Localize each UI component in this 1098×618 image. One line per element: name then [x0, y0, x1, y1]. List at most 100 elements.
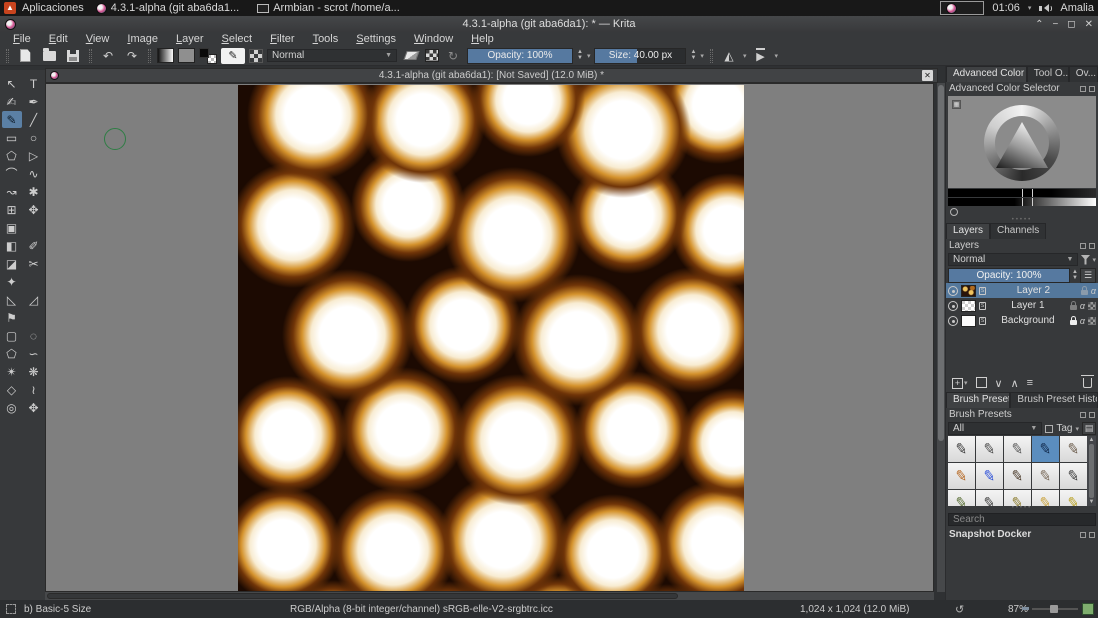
chevron-down-icon[interactable]: ▾: [743, 52, 747, 60]
menu-view[interactable]: View: [77, 33, 119, 45]
brush-preset-6[interactable]: ✎: [948, 463, 975, 489]
layer-visibility-icon[interactable]: [948, 301, 958, 311]
opacity-spinner[interactable]: ▲▼: [577, 50, 583, 61]
brush-tab-brush-preset-history[interactable]: Brush Preset History: [1010, 392, 1098, 408]
preset-filter-dropdown[interactable]: All ▼: [948, 422, 1042, 435]
layer-lock-icon[interactable]: [1070, 305, 1077, 310]
tool-bezier-select-icon[interactable]: ◇: [2, 381, 22, 398]
chevron-down-icon[interactable]: ▾: [1075, 425, 1079, 433]
chevron-down-icon[interactable]: ▾: [700, 52, 704, 60]
brush-preset-14[interactable]: ✎: [1032, 490, 1059, 506]
move-layer-up-button[interactable]: ∧: [1011, 377, 1019, 390]
layer-properties-button[interactable]: ☰: [1080, 268, 1096, 283]
last-color-swatch[interactable]: [950, 208, 958, 216]
brush-preset-5[interactable]: ✎: [1060, 436, 1087, 462]
scroll-up-icon[interactable]: ▲: [1089, 437, 1095, 443]
current-brush-name[interactable]: b) Basic-5 Size: [24, 604, 91, 615]
delete-layer-button[interactable]: [1083, 378, 1092, 388]
tool-poly-select-icon[interactable]: ⬠: [2, 345, 22, 362]
tool-ellipse-icon[interactable]: ○: [24, 129, 44, 146]
canvas-viewport[interactable]: [45, 83, 934, 592]
tool-magnetic-select-icon[interactable]: ≀: [24, 381, 44, 398]
layer-visibility-icon[interactable]: [948, 316, 958, 326]
new-document-button[interactable]: [15, 47, 35, 65]
inherit-alpha-icon[interactable]: [1088, 302, 1096, 310]
size-slider[interactable]: Size: 40.00 px: [594, 48, 686, 64]
tool-select-shapes-icon[interactable]: ↖: [2, 75, 22, 92]
add-layer-button[interactable]: +▾: [952, 378, 968, 389]
image-size-label[interactable]: 1,024 x 1,024 (12.0 MiB): [800, 604, 910, 615]
color-history-bar[interactable]: [948, 189, 1096, 197]
tool-edit-shapes-icon[interactable]: ✍: [2, 93, 22, 110]
mirror-horizontal-button[interactable]: ◭: [719, 47, 739, 65]
tool-pattern-edit-icon[interactable]: ◪: [2, 255, 22, 272]
tool-rect-select-icon[interactable]: ▢: [2, 327, 22, 344]
tool-gradient-icon[interactable]: ◧: [2, 237, 22, 254]
tool-transform-icon[interactable]: ⊞: [2, 201, 22, 218]
memory-status-icon[interactable]: ↺: [955, 603, 964, 616]
canvas-only-mode-icon[interactable]: [1082, 603, 1094, 615]
eraser-mode-button[interactable]: [401, 47, 421, 65]
inherit-alpha-icon[interactable]: [1088, 317, 1096, 325]
brush-preset-12[interactable]: ✎: [976, 490, 1003, 506]
volume-icon[interactable]: [1039, 4, 1052, 12]
close-button[interactable]: ✕: [1085, 19, 1093, 30]
menu-window[interactable]: Window: [405, 33, 462, 45]
brush-preset-9[interactable]: ✎: [1032, 463, 1059, 489]
tool-multibrush-icon[interactable]: ✱: [24, 183, 44, 200]
menu-layer[interactable]: Layer: [167, 33, 213, 45]
duplicate-layer-button[interactable]: [976, 379, 987, 388]
minimize-button[interactable]: −: [1052, 19, 1058, 30]
close-docker-icon[interactable]: [1089, 86, 1095, 92]
layer-properties-icon-button[interactable]: ≡: [1027, 377, 1033, 389]
layers-tab-layers[interactable]: Layers: [946, 223, 990, 239]
taskbar-window-terminal[interactable]: Armbian - scrot /home/a...: [251, 0, 406, 16]
alpha-lock-icon[interactable]: α: [1080, 316, 1085, 326]
layer-lock-icon[interactable]: [1070, 320, 1077, 325]
layer-lock-icon[interactable]: [1081, 290, 1088, 295]
tool-color-sampler-icon[interactable]: ✐: [24, 237, 44, 254]
brush-preset-10[interactable]: ✎: [1060, 463, 1087, 489]
opacity-slider[interactable]: Opacity: 100%: [467, 48, 573, 64]
layer-opacity-slider[interactable]: Opacity: 100%: [948, 268, 1070, 283]
pattern-chooser[interactable]: [178, 48, 195, 63]
layer-row-background[interactable]: SBackgroundα: [946, 313, 1098, 328]
layer-opacity-spinner[interactable]: ▲▼: [1072, 270, 1078, 281]
advanced-color-selector[interactable]: ▦: [948, 96, 1096, 188]
layers-tab-channels[interactable]: Channels: [990, 223, 1046, 239]
toolbar-grip[interactable]: [89, 49, 92, 63]
horizontal-scrollbar[interactable]: [45, 592, 934, 600]
layer-row-layer-2[interactable]: SLayer 2α: [946, 283, 1098, 298]
tool-fill-icon[interactable]: ✦: [2, 273, 22, 290]
tool-dynamic-brush-icon[interactable]: ↝: [2, 183, 22, 200]
menu-help[interactable]: Help: [462, 33, 503, 45]
tool-polyline-icon[interactable]: ▷: [24, 147, 44, 164]
menu-image[interactable]: Image: [118, 33, 167, 45]
tool-ellipse-select-icon[interactable]: ◌: [24, 327, 44, 344]
blending-mode-dropdown[interactable]: Normal ▼: [267, 49, 397, 62]
alpha-lock-icon[interactable]: α: [1091, 286, 1096, 296]
tool-move-icon[interactable]: ✥: [24, 201, 44, 218]
preset-search-input[interactable]: Search: [948, 513, 1096, 526]
tool-pan-icon[interactable]: ✥: [24, 399, 44, 416]
brush-preset-4[interactable]: ✎: [1032, 436, 1059, 462]
zoom-slider-thumb[interactable]: [1050, 605, 1058, 613]
menu-select[interactable]: Select: [213, 33, 262, 45]
taskbar-window-krita[interactable]: 4.3.1-alpha (git aba6da1...: [90, 0, 245, 16]
move-layer-down-button[interactable]: ∨: [995, 377, 1003, 390]
layer-filter-icon[interactable]: [1080, 255, 1090, 265]
close-docker-icon[interactable]: [1089, 532, 1095, 538]
tool-line-icon[interactable]: ╱: [24, 111, 44, 128]
maximize-button[interactable]: ◻: [1067, 19, 1075, 30]
tool-calligraphy-icon[interactable]: ✒: [24, 93, 44, 110]
close-docker-icon[interactable]: [1089, 412, 1095, 418]
float-docker-icon[interactable]: [1080, 532, 1086, 538]
edit-brush-settings-button[interactable]: ✎: [221, 48, 245, 64]
tool-freehand-path-icon[interactable]: ∿: [24, 165, 44, 182]
tool-freehand-select-icon[interactable]: ∽: [24, 345, 44, 362]
window-preview-thumbnail[interactable]: [940, 1, 984, 15]
tool-rectangle-icon[interactable]: ▭: [2, 129, 22, 146]
preset-scrollbar-thumb[interactable]: [1089, 444, 1094, 498]
brush-preset-2[interactable]: ✎: [976, 436, 1003, 462]
chevron-down-icon[interactable]: ▾: [587, 52, 591, 60]
